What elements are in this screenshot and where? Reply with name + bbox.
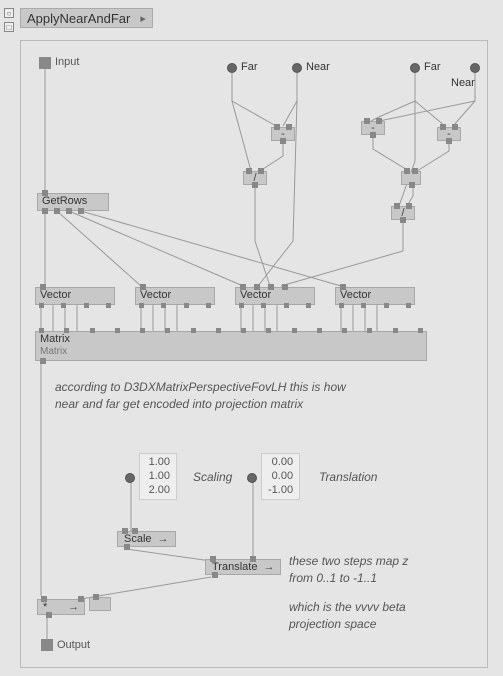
matrix-node[interactable]: Matrix Matrix: [35, 331, 427, 361]
vector-node-4[interactable]: Vector: [335, 287, 415, 305]
translation-dot[interactable]: [247, 473, 257, 483]
translate-node[interactable]: Translate→: [205, 559, 281, 575]
far-pin-2[interactable]: [410, 63, 420, 73]
comment-mapz: these two steps map z from 0..1 to -1..1: [289, 553, 469, 587]
circle-icon[interactable]: ○: [4, 8, 14, 18]
divide-node-1[interactable]: /: [243, 171, 267, 185]
near-pin-2[interactable]: [470, 63, 480, 73]
subtract-node-3[interactable]: -: [437, 127, 461, 141]
translation-label: Translation: [319, 469, 377, 486]
patch-title: ApplyNearAndFar: [27, 11, 130, 26]
scaling-dot[interactable]: [125, 473, 135, 483]
comment-projection: according to D3DXMatrixPerspectiveFovLH …: [55, 379, 435, 413]
vector-node-2[interactable]: Vector: [135, 287, 215, 305]
matrix-label: Matrix: [36, 332, 426, 346]
aux-node[interactable]: [89, 597, 111, 611]
arrow-right-icon: →: [68, 601, 79, 613]
comment-beta: which is the vvvv beta projection space: [289, 599, 469, 633]
far-label-2: Far: [424, 61, 441, 73]
square-icon[interactable]: □: [4, 22, 14, 32]
vector-node-3[interactable]: Vector: [235, 287, 315, 305]
scaling-label: Scaling: [193, 469, 232, 486]
near-label-1: Near: [306, 61, 330, 73]
matrix-sublabel: Matrix: [36, 346, 426, 359]
far-pin-1[interactable]: [227, 63, 237, 73]
mul-node-tiny[interactable]: [401, 171, 421, 185]
getrows-node[interactable]: GetRows: [37, 193, 109, 211]
chevron-right-icon: ▸: [140, 12, 146, 25]
multiply-node[interactable]: * →: [37, 599, 85, 615]
divide-node-2[interactable]: /: [391, 206, 415, 220]
scaling-values: 1.00 1.00 2.00: [139, 453, 177, 500]
near-label-2: Near: [451, 77, 475, 89]
far-label-1: Far: [241, 61, 258, 73]
subtract-node-2[interactable]: -: [361, 121, 385, 135]
input-label: Input: [55, 56, 79, 68]
toolbar-icons: ○ □: [4, 8, 14, 32]
arrow-right-icon: →: [158, 533, 169, 545]
output-label: Output: [57, 639, 90, 651]
near-pin-1[interactable]: [292, 63, 302, 73]
translation-values: 0.00 0.00 -1.00: [261, 453, 300, 500]
patch-canvas[interactable]: Input Far Near Far Near - / - - / GetRow…: [20, 40, 488, 668]
subtract-node-1[interactable]: -: [271, 127, 295, 141]
output-pin[interactable]: [41, 639, 53, 651]
patch-title-bar[interactable]: ApplyNearAndFar ▸: [20, 8, 153, 28]
scale-node[interactable]: Scale→: [117, 531, 176, 547]
input-pin[interactable]: [39, 57, 51, 69]
vector-node-1[interactable]: Vector: [35, 287, 115, 305]
getrows-label: GetRows: [38, 194, 108, 208]
arrow-right-icon: →: [263, 561, 274, 573]
